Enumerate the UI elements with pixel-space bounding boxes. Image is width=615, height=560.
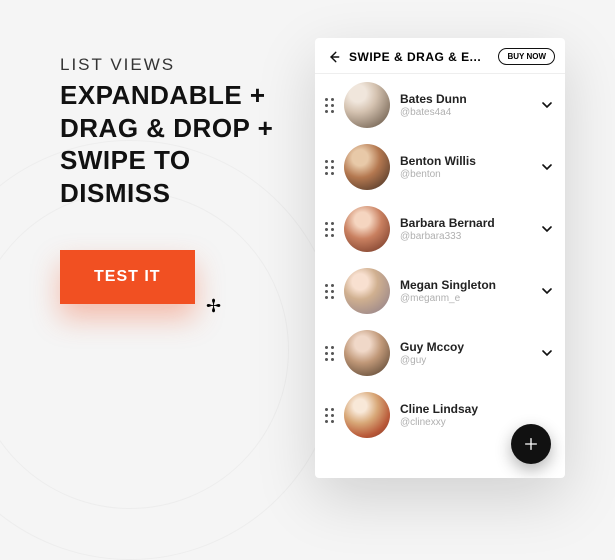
contact-name: Bates Dunn: [400, 92, 529, 106]
contact-name: Megan Singleton: [400, 278, 529, 292]
list-item[interactable]: Barbara Bernard @barbara333: [315, 198, 565, 260]
test-it-button[interactable]: TEST IT: [60, 250, 195, 304]
phone-header: SWIPE & DRAG & E... BUY NOW: [315, 38, 565, 74]
contact-name: Cline Lindsay: [400, 402, 555, 416]
drag-handle-icon[interactable]: [325, 222, 334, 237]
chevron-down-icon[interactable]: [539, 283, 555, 299]
screen-title: SWIPE & DRAG & E...: [349, 50, 490, 64]
contact-list[interactable]: Bates Dunn @bates4a4 Benton Willis @bent…: [315, 74, 565, 478]
list-item-info: Bates Dunn @bates4a4: [400, 92, 529, 118]
chevron-down-icon[interactable]: [539, 159, 555, 175]
headline-line: DISMISS: [60, 177, 273, 210]
list-item-info: Barbara Bernard @barbara333: [400, 216, 529, 242]
contact-handle: @barbara333: [400, 231, 529, 242]
chevron-down-icon[interactable]: [539, 97, 555, 113]
promo-text-block: LIST VIEWS EXPANDABLE + DRAG & DROP + SW…: [60, 55, 273, 209]
chevron-down-icon[interactable]: [539, 221, 555, 237]
contact-handle: @guy: [400, 355, 529, 366]
drag-handle-icon[interactable]: [325, 346, 334, 361]
eyebrow-label: LIST VIEWS: [60, 55, 273, 75]
fab-add-button[interactable]: [511, 424, 551, 464]
headline: EXPANDABLE + DRAG & DROP + SWIPE TO DISM…: [60, 79, 273, 209]
drag-handle-icon[interactable]: [325, 284, 334, 299]
headline-line: EXPANDABLE +: [60, 79, 273, 112]
avatar: [344, 392, 390, 438]
buy-now-button[interactable]: BUY NOW: [498, 48, 555, 65]
avatar: [344, 82, 390, 128]
list-item-info: Guy Mccoy @guy: [400, 340, 529, 366]
cursor-spark-icon: ✢: [206, 296, 221, 317]
list-item[interactable]: Benton Willis @benton: [315, 136, 565, 198]
avatar: [344, 330, 390, 376]
drag-handle-icon[interactable]: [325, 98, 334, 113]
avatar: [344, 268, 390, 314]
headline-line: SWIPE TO: [60, 144, 273, 177]
contact-handle: @benton: [400, 169, 529, 180]
list-item[interactable]: Megan Singleton @meganm_e: [315, 260, 565, 322]
list-item-info: Benton Willis @benton: [400, 154, 529, 180]
list-item-info: Megan Singleton @meganm_e: [400, 278, 529, 304]
avatar: [344, 144, 390, 190]
list-item[interactable]: Bates Dunn @bates4a4: [315, 74, 565, 136]
drag-handle-icon[interactable]: [325, 160, 334, 175]
plus-icon: [523, 436, 539, 452]
contact-name: Barbara Bernard: [400, 216, 529, 230]
contact-name: Benton Willis: [400, 154, 529, 168]
back-icon[interactable]: [327, 50, 341, 64]
avatar: [344, 206, 390, 252]
drag-handle-icon[interactable]: [325, 408, 334, 423]
contact-handle: @bates4a4: [400, 107, 529, 118]
headline-line: DRAG & DROP +: [60, 112, 273, 145]
chevron-down-icon[interactable]: [539, 345, 555, 361]
cta-wrap: TEST IT ✢: [60, 250, 195, 304]
contact-handle: @meganm_e: [400, 293, 529, 304]
list-item[interactable]: Guy Mccoy @guy: [315, 322, 565, 384]
phone-mock: SWIPE & DRAG & E... BUY NOW Bates Dunn @…: [315, 38, 565, 478]
contact-name: Guy Mccoy: [400, 340, 529, 354]
